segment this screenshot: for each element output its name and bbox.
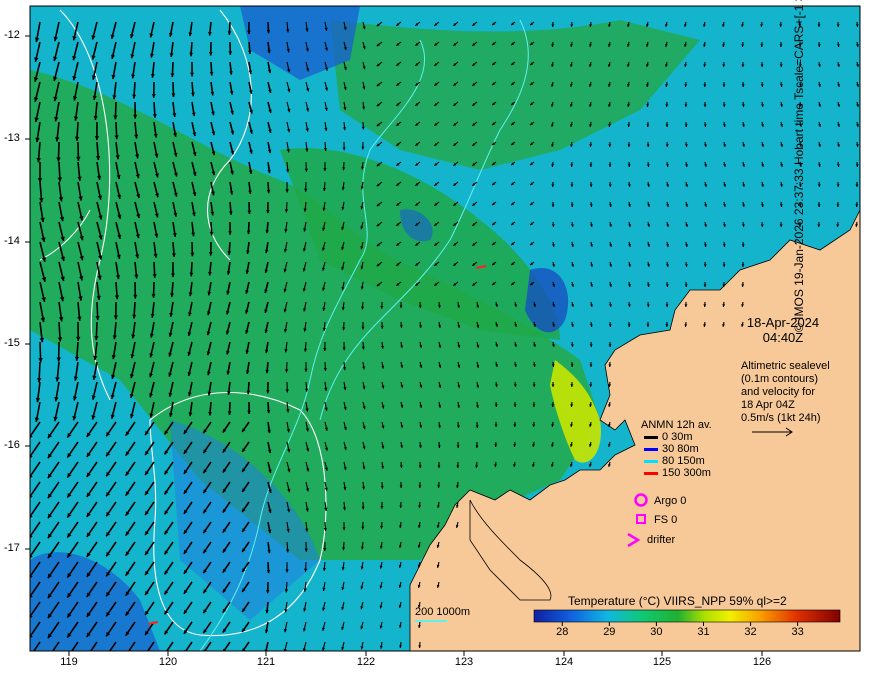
velocity-arrowhead [28,654,32,659]
velocity-arrowhead [87,652,91,656]
depth-legend-item: 150 300m [644,467,711,479]
drifter-label: drifter [647,534,676,546]
velocity-arrowhead [48,654,52,659]
altimetry-line: 18 Apr 04Z [741,399,795,411]
colorbar-tick-label: 33 [791,626,804,638]
altimetry-note: Altimetric sealevel (0.1m contours) and … [741,360,830,425]
altimetry-line: and velocity for [741,386,815,398]
longitude-tick-label: 120 [158,656,178,668]
anmn-legend-title: ANMN 12h av. [641,419,712,431]
depth-swatch [644,447,658,451]
depth-legend-item: 80 150m [644,455,705,467]
latitude-tick-label: -12 [4,29,20,41]
argo-label: Argo 0 [654,495,687,507]
latitude-tick-label: -13 [4,132,20,144]
depth-label: 30 80m [662,443,699,455]
colorbar [533,609,841,623]
longitude-tick-label: 126 [752,656,772,668]
ocean-temperature-map: -12 -13 -14 -15 -16 -17 119 120 121 122 123 124 125… [0,0,880,680]
longitude-tick-label: 125 [652,656,672,668]
altimetry-line: Altimetric sealevel [741,360,830,372]
latitude-tick-label: -16 [4,439,20,451]
longitude-tick-label: 119 [60,656,78,668]
depth-legend-item: 30 80m [644,443,699,455]
velocity-arrowhead [126,651,130,655]
depth-label: 0 30m [662,431,693,443]
velocity-arrowhead [106,652,110,656]
longitude-tick-label: 124 [554,656,574,668]
date-block: 18-Apr-2024 04:40Z [733,315,833,345]
latitude-tick-label: -14 [4,235,20,247]
depth-swatch [644,435,658,439]
altimetry-line: 0.5m/s (1kt 24h) [741,412,821,424]
depth-label: 80 150m [662,455,705,467]
colorbar-tick-label: 31 [697,626,710,638]
map-time: 04:40Z [762,330,804,345]
colorbar-tick-label: 28 [556,626,569,638]
depth-swatch [644,471,658,475]
y-axis-ticks [25,35,30,550]
latitude-tick-label: -15 [4,337,20,349]
colorbar-tick-label: 32 [744,626,757,638]
longitude-tick-label: 122 [356,656,376,668]
longitude-tick-label: 121 [256,656,276,668]
credit-text: © IMOS 19-Jan-2026 23:37:33 Hobart time … [792,0,806,332]
colorbar-title: Temperature (°C) VIIRS_NPP 59% ql>=2 [568,594,787,608]
depth-swatch [644,459,658,463]
latitude-tick-label: -17 [4,542,20,554]
longitude-tick-label: 123 [454,656,474,668]
bathymetry-scale-label: 200 1000m [415,606,471,618]
altimetry-line: (0.1m contours) [741,373,819,385]
fs-label: FS 0 [654,514,678,526]
depth-label: 150 300m [662,467,711,479]
depth-legend-item: 0 30m [644,431,693,443]
map-date: 18-Apr-2024 [746,315,820,330]
colorbar-tick-label: 29 [603,626,616,638]
colorbar-tick-label: 30 [650,626,663,638]
